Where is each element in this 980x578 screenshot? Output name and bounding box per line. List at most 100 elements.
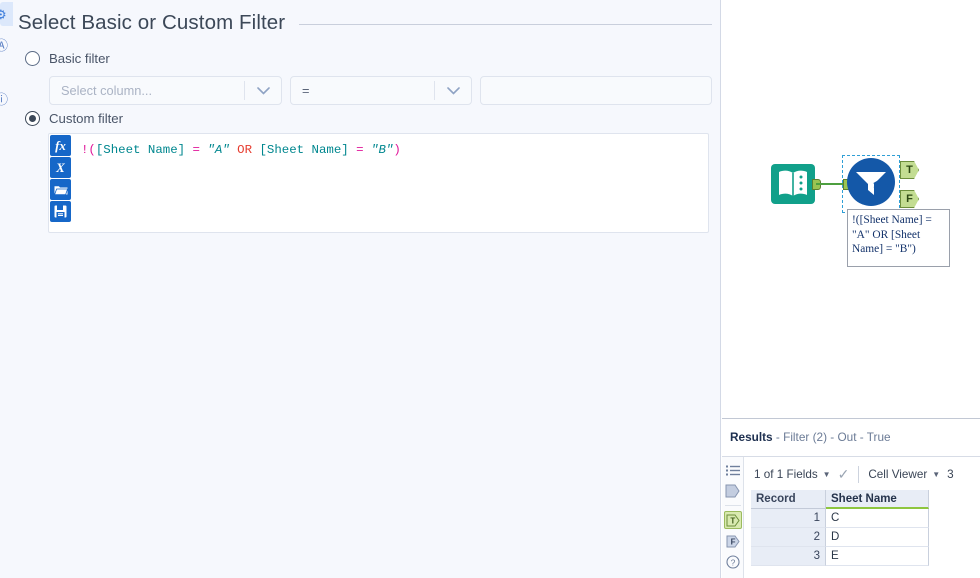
- fx-icon: fx: [55, 138, 66, 153]
- expression-token: ): [393, 143, 401, 157]
- custom-filter-radio[interactable]: [25, 111, 40, 126]
- help-icon[interactable]: ?: [724, 553, 742, 571]
- cell-record: 3: [751, 547, 826, 566]
- save-disk-icon: [54, 205, 67, 218]
- expression-token: =: [192, 143, 200, 157]
- column-select-value: Select column...: [61, 83, 153, 98]
- table-row[interactable]: 2 D: [751, 528, 980, 547]
- workflow-canvas[interactable]: T F !([Sheet Name] = "A" OR [Sheet Name]…: [722, 0, 980, 418]
- results-panel: Results - Filter (2) - Out - True T F ? …: [722, 418, 980, 578]
- save-expression-button[interactable]: [50, 201, 71, 222]
- configuration-pane: ⚙ Ⓐ › ⓘ Select Basic or Custom Filter Ba…: [0, 0, 721, 578]
- help-icon[interactable]: ⓘ: [0, 87, 13, 111]
- cell-record: 1: [751, 509, 826, 528]
- expression-token: "B": [371, 143, 394, 157]
- chevron-down-icon: ▼: [932, 469, 941, 479]
- cell-sheet-name: D: [826, 528, 929, 547]
- tool-icon-rail: ⚙ Ⓐ › ⓘ: [0, 0, 13, 578]
- open-expression-button[interactable]: [50, 179, 71, 200]
- tag-glyph: [725, 484, 740, 498]
- cell-sheet-name: E: [826, 547, 929, 566]
- results-table: Record Sheet Name 1 C 2 D 3 E: [751, 490, 980, 578]
- rail-separator: [724, 505, 741, 506]
- variable-x-icon: X: [56, 160, 65, 175]
- annotation-icon[interactable]: Ⓐ: [0, 33, 13, 57]
- expression-token: [Sheet Name]: [259, 143, 349, 157]
- results-toolbar: 1 of 1 Fields ▼ ✓ Cell Viewer ▼ 3: [744, 459, 980, 489]
- filter-tool-icon: [847, 158, 895, 206]
- fields-selector[interactable]: 1 of 1 Fields ▼: [754, 468, 831, 481]
- expression-token: OR: [237, 143, 253, 157]
- column-header-record[interactable]: Record: [751, 490, 826, 509]
- results-icon-rail: T F ?: [722, 457, 744, 578]
- table-row[interactable]: 1 C: [751, 509, 980, 528]
- node-annotation: !([Sheet Name] = "A" OR [Sheet Name] = "…: [847, 209, 950, 267]
- column-header-sheet-name[interactable]: Sheet Name: [826, 490, 929, 509]
- gear-icon: ⚙: [0, 6, 7, 22]
- chevron-down-icon[interactable]: [435, 86, 471, 95]
- question-circle-icon: ⓘ: [0, 91, 9, 107]
- expression-token: =: [356, 143, 364, 157]
- false-port-label: F: [906, 193, 913, 205]
- page-title: Select Basic or Custom Filter: [18, 11, 286, 34]
- input-data-icon: [771, 164, 815, 204]
- insert-variable-button[interactable]: X: [50, 157, 71, 178]
- true-output-port[interactable]: T: [900, 161, 919, 179]
- expression-token: [Sheet Name]: [95, 143, 186, 157]
- toolbar-separator: [858, 465, 860, 483]
- expression-editor[interactable]: fx X !([Sheet Name] = "A" OR [Sheet Name…: [48, 133, 709, 233]
- app-root: ⚙ Ⓐ › ⓘ Select Basic or Custom Filter Ba…: [0, 0, 980, 578]
- false-output-icon[interactable]: F: [724, 532, 742, 550]
- true-port-label: T: [906, 164, 913, 176]
- expression-token: [364, 143, 371, 157]
- results-divider: [722, 456, 980, 457]
- configuration-gear-icon[interactable]: ⚙: [0, 2, 13, 26]
- table-header-row: Record Sheet Name: [751, 490, 980, 509]
- t-port-glyph: T: [726, 514, 740, 526]
- record-count: 3: [947, 467, 954, 481]
- viewer-selector[interactable]: Cell Viewer ▼: [868, 468, 940, 481]
- apply-check-icon[interactable]: ✓: [838, 467, 850, 481]
- basic-filter-radio-row[interactable]: Basic filter: [25, 51, 110, 66]
- fields-selector-label: 1 of 1 Fields: [754, 467, 818, 481]
- cell-sheet-name: C: [826, 509, 929, 528]
- messages-list-icon[interactable]: [724, 461, 742, 479]
- false-output-port[interactable]: F: [900, 190, 919, 208]
- custom-filter-radio-row[interactable]: Custom filter: [25, 111, 123, 126]
- list-glyph: [725, 465, 740, 475]
- chevron-down-icon: ▼: [822, 469, 831, 479]
- basic-filter-label: Basic filter: [49, 51, 110, 66]
- basic-filter-controls: Select column... =: [49, 76, 712, 105]
- expression-token: [185, 143, 192, 157]
- basic-filter-radio[interactable]: [25, 51, 40, 66]
- column-select[interactable]: Select column...: [49, 76, 282, 105]
- svg-text:T: T: [730, 516, 735, 525]
- svg-text:F: F: [730, 537, 735, 546]
- expression-token: !(: [81, 143, 96, 157]
- f-port-glyph: F: [726, 535, 740, 547]
- filter-value-input[interactable]: [480, 76, 712, 105]
- expression-text[interactable]: !([Sheet Name] = "A" OR [Sheet Name] = "…: [72, 134, 708, 232]
- title-divider: [299, 24, 712, 25]
- table-row[interactable]: 3 E: [751, 547, 980, 566]
- operator-select-value: =: [302, 83, 310, 98]
- insert-function-button[interactable]: fx: [50, 135, 71, 156]
- expression-token: "A": [207, 143, 230, 157]
- circle-a-icon: Ⓐ: [0, 37, 9, 53]
- input-data-node[interactable]: [770, 163, 816, 210]
- custom-filter-label: Custom filter: [49, 111, 124, 126]
- pane-header: Select Basic or Custom Filter: [18, 6, 712, 40]
- true-output-icon[interactable]: T: [723, 511, 742, 529]
- data-output-icon[interactable]: [724, 482, 742, 500]
- results-title-label: Results: [730, 430, 773, 444]
- results-title-context: - Filter (2) - Out - True: [772, 430, 891, 444]
- svg-text:?: ?: [730, 557, 735, 567]
- chevron-icon[interactable]: ›: [0, 60, 13, 84]
- viewer-selector-label: Cell Viewer: [868, 467, 928, 481]
- chevron-down-icon[interactable]: [245, 86, 281, 95]
- operator-select[interactable]: =: [290, 76, 472, 105]
- filter-tool-node[interactable]: [846, 157, 896, 212]
- results-title: Results - Filter (2) - Out - True: [730, 430, 891, 444]
- question-circle-glyph: ?: [725, 555, 740, 569]
- cell-record: 2: [751, 528, 826, 547]
